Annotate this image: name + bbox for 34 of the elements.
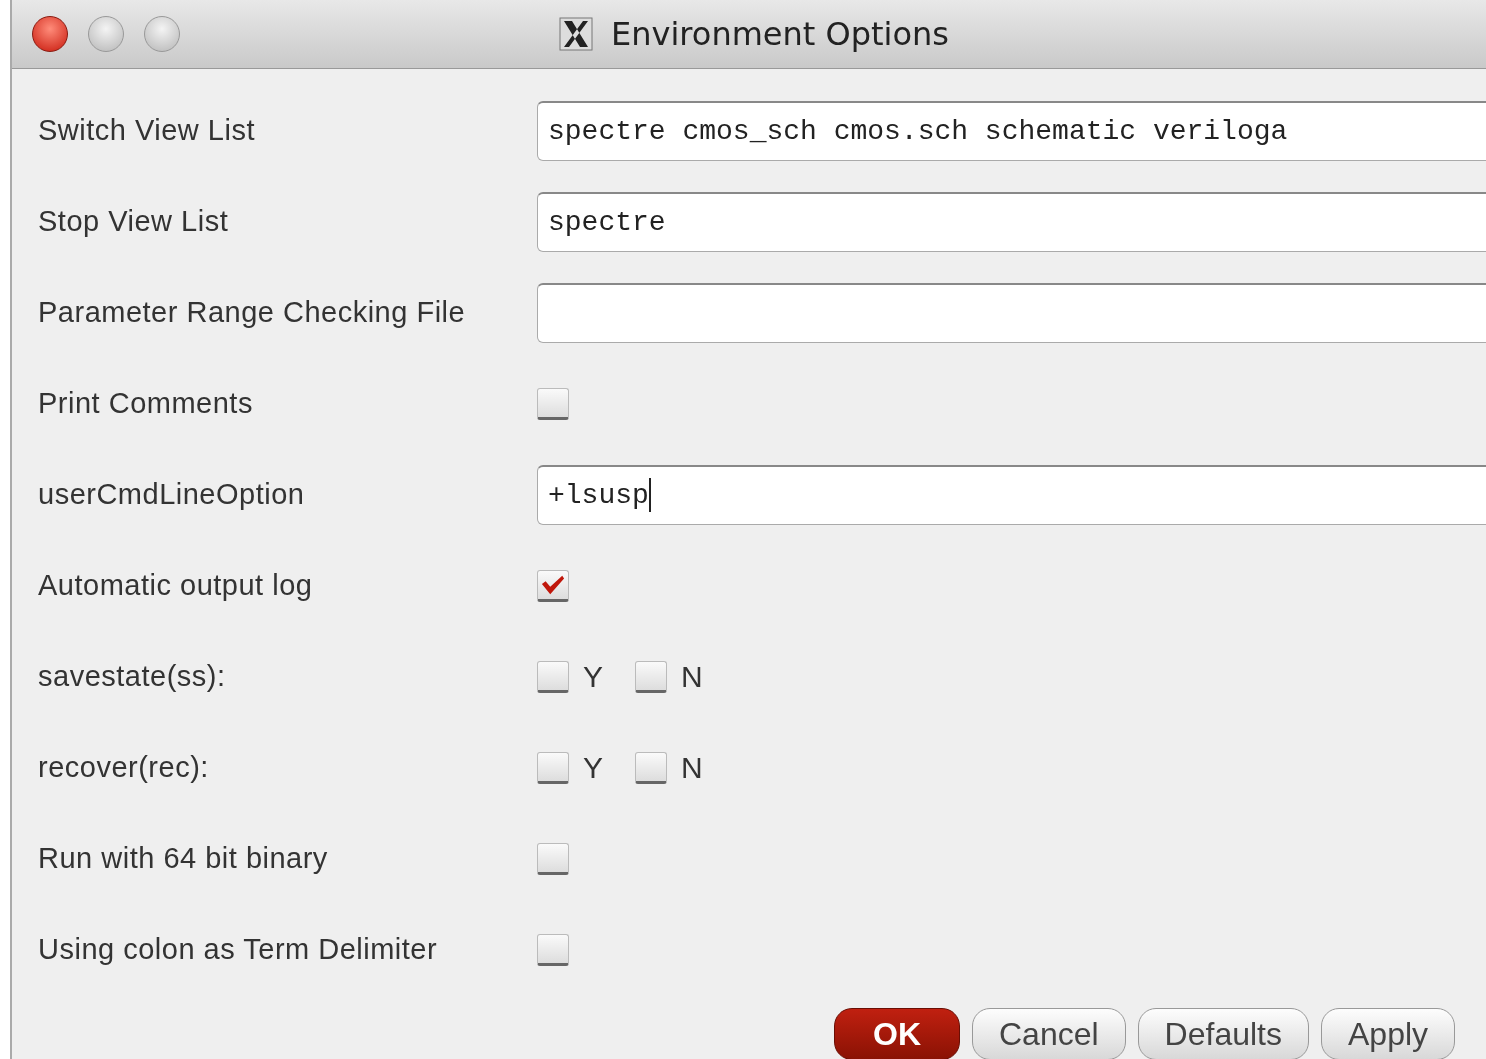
field-label: Switch View List: [37, 114, 256, 147]
option-label: Y: [583, 659, 603, 694]
checkbox[interactable]: [537, 933, 569, 966]
input-field[interactable]: spectre cmos_sch cmos.sch schematic veriloga: [537, 100, 1486, 161]
checkbox[interactable]: [537, 660, 569, 693]
option-label: N: [681, 750, 703, 785]
field-label: recover(rec):: [37, 751, 210, 784]
field-label: userCmdLineOption: [37, 478, 306, 511]
field-label: Parameter Range Checking File: [37, 296, 467, 329]
field-label: Print Comments: [37, 387, 254, 420]
checkbox[interactable]: [537, 569, 569, 602]
dialog-button[interactable]: Defaults: [1137, 1008, 1309, 1059]
input-field[interactable]: +lsusp: [537, 464, 1486, 525]
field-label: savestate(ss):: [37, 660, 227, 693]
checkbox[interactable]: [537, 842, 569, 875]
field-label: Run with 64 bit binary: [37, 842, 329, 875]
checkbox[interactable]: [537, 751, 569, 784]
dialog-button[interactable]: Apply: [1321, 1008, 1456, 1059]
input-field[interactable]: spectre: [537, 191, 1486, 252]
checkbox[interactable]: [537, 387, 569, 420]
option-label: Y: [583, 750, 603, 785]
checkbox[interactable]: [635, 660, 667, 693]
field-label: Automatic output log: [37, 569, 314, 602]
close-button[interactable]: [32, 16, 68, 52]
field-label: Stop View List: [37, 205, 230, 238]
checkbox[interactable]: [635, 751, 667, 784]
window-title: Environment Options: [611, 15, 949, 53]
x-window-icon: [559, 17, 593, 51]
checkmark-icon: [541, 573, 565, 596]
input-field[interactable]: [537, 282, 1486, 343]
field-label: Using colon as Term Delimiter: [37, 933, 439, 966]
dialog-button[interactable]: OK: [834, 1008, 960, 1059]
dialog-button[interactable]: Cancel: [972, 1008, 1126, 1059]
option-label: N: [681, 659, 703, 694]
